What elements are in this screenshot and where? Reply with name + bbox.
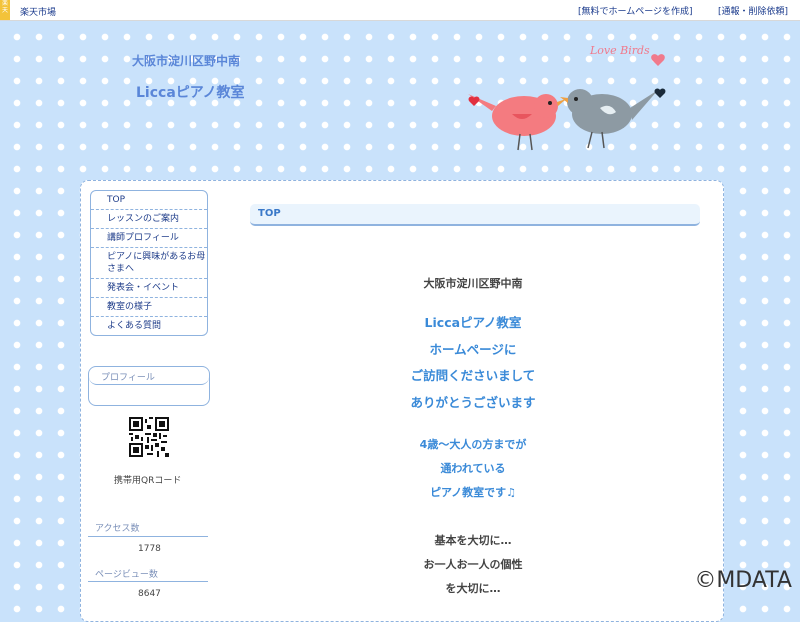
rakuten-badge-icon: 楽天: [0, 0, 10, 20]
philosophy-line-1: 基本を大切に…: [434, 534, 512, 547]
top-bar: 楽天 楽天市場 [無料でホームページを作成] [通報・削除依頼]: [0, 0, 800, 21]
welcome-line-2: ご訪問くださいまして: [410, 368, 536, 383]
age-range-line-3: ピアノ教室です♫: [430, 486, 516, 499]
site-location: 大阪市淀川区野中南: [132, 54, 241, 68]
site-title[interactable]: Liccaピアノ教室: [136, 82, 245, 102]
love-birds-icon: [468, 54, 666, 151]
menu-item-classroom[interactable]: 教室の様子: [91, 298, 207, 317]
age-range-line-2: 通われている: [440, 462, 506, 475]
profile-heading: プロフィール: [89, 367, 209, 385]
menu-item-recital-events[interactable]: 発表会・イベント: [91, 279, 207, 298]
menu-item-lesson-info[interactable]: レッスンのご案内: [91, 210, 207, 229]
menu-item-for-mothers[interactable]: ピアノに興味があるお母さまへ: [91, 248, 207, 279]
welcome-line-1: ホームページに: [429, 342, 517, 357]
qr-code-icon: [129, 417, 169, 457]
menu-item-teacher-profile[interactable]: 講師プロフィール: [91, 229, 207, 248]
pageview-divider: [88, 581, 208, 582]
qr-code-label: 携帯用QRコード: [114, 476, 182, 486]
philosophy-line-3: を大切に…: [445, 582, 501, 595]
access-divider: [88, 536, 208, 537]
welcome-line-3: ありがとうございます: [410, 395, 536, 410]
access-count-value: 1778: [138, 544, 161, 554]
pageview-count-label: ページビュー数: [95, 570, 158, 580]
age-range-line-1: 4歳～大人の方までが: [419, 438, 527, 451]
report-delete-link[interactable]: [通報・削除依頼]: [718, 4, 788, 17]
pageview-count-value: 8647: [138, 589, 161, 599]
create-homepage-link[interactable]: [無料でホームページを作成]: [578, 4, 693, 17]
profile-box: プロフィール: [88, 366, 210, 406]
menu-item-top[interactable]: TOP: [91, 191, 207, 210]
main-location-text: 大阪市淀川区野中南: [423, 277, 523, 290]
main-school-name-text: Liccaピアノ教室: [424, 315, 522, 330]
side-navigation-menu: TOP レッスンのご案内 講師プロフィール ピアノに興味があるお母さまへ 発表会…: [90, 190, 208, 336]
section-header: TOP: [250, 204, 700, 226]
copyright-watermark: ©MDATA: [694, 568, 792, 593]
menu-item-faq[interactable]: よくある質問: [91, 317, 207, 335]
section-title: TOP: [258, 208, 281, 219]
philosophy-line-2: お一人お一人の個性: [423, 558, 523, 571]
access-count-label: アクセス数: [95, 524, 140, 534]
rakuten-market-link[interactable]: 楽天市場: [20, 5, 56, 18]
